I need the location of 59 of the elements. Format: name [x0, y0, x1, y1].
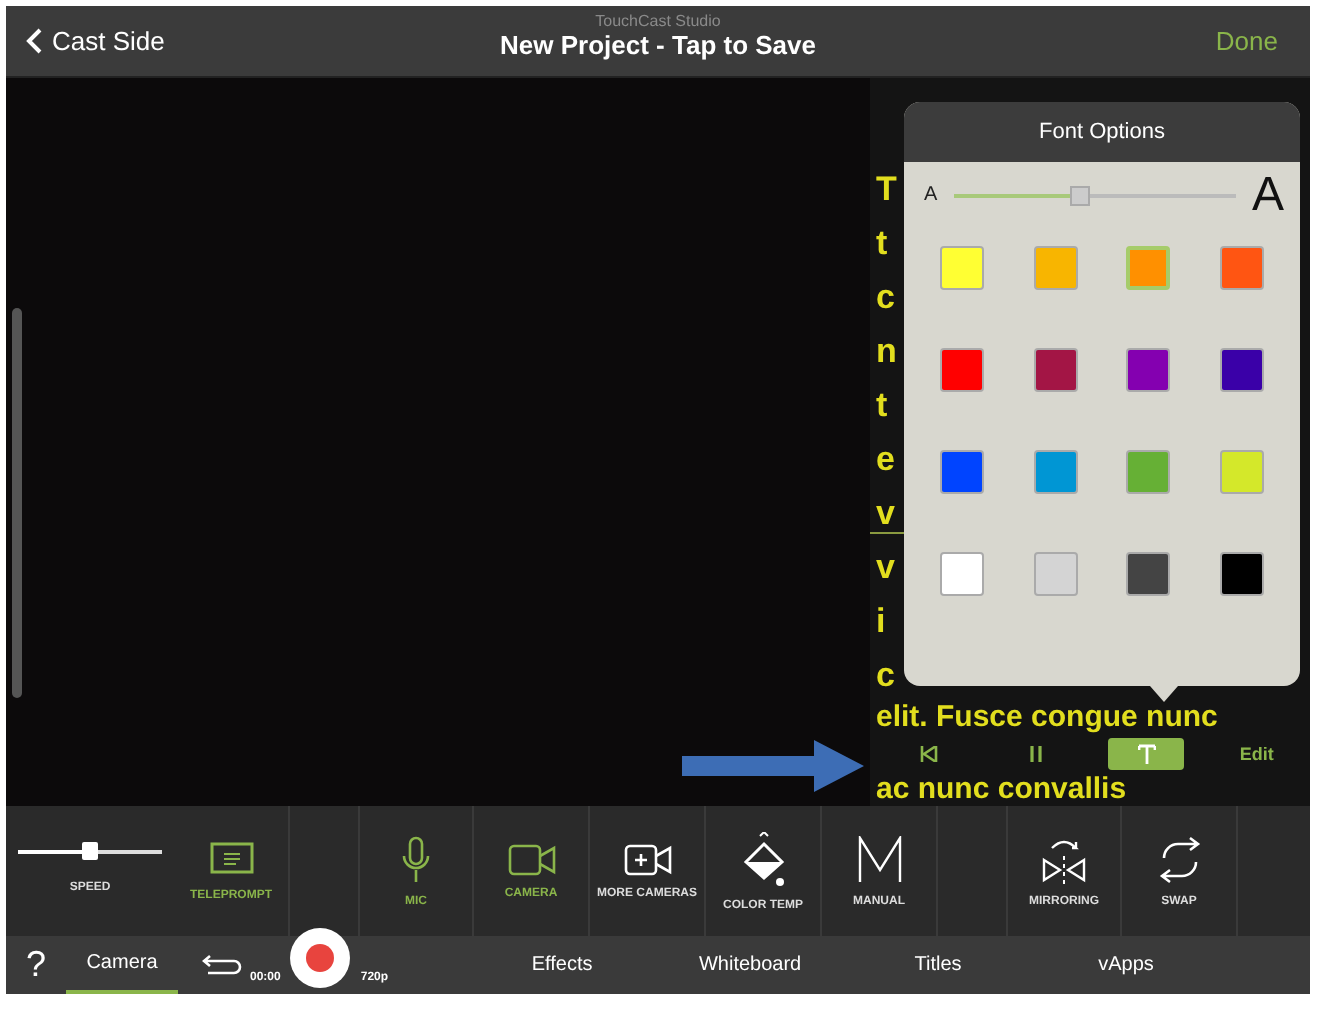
- teleprompter-text: i: [876, 599, 886, 644]
- chevron-icon: [26, 27, 42, 54]
- tab[interactable]: Effects: [468, 936, 657, 994]
- teleprompter-text: elit. Fusce congue nunc: [876, 701, 1218, 734]
- color-swatch[interactable]: [1126, 347, 1171, 392]
- paint-bucket-icon: [741, 831, 785, 888]
- color-swatch[interactable]: [940, 449, 985, 494]
- back-button[interactable]: Cast Side: [26, 25, 165, 56]
- microphone-icon: [402, 835, 430, 884]
- teleprompter-text: c: [876, 275, 895, 320]
- teleprompter-text: e: [876, 437, 895, 482]
- swap-arrows-icon: [1155, 835, 1203, 884]
- color-swatch[interactable]: [1219, 347, 1264, 392]
- teleprompter-text: v: [876, 545, 895, 590]
- teleprompter-text: v: [876, 491, 895, 536]
- undo-icon[interactable]: [202, 953, 242, 977]
- teleprompter-text: n: [876, 329, 897, 374]
- tab[interactable]: Camera: [66, 936, 178, 994]
- popover-title: Font Options: [904, 101, 1300, 162]
- rewind-icon: [920, 745, 939, 762]
- color-swatch[interactable]: [1126, 449, 1171, 494]
- help-button[interactable]: ?: [6, 944, 66, 986]
- color-swatch[interactable]: [940, 551, 985, 596]
- color-swatch[interactable]: [1033, 245, 1078, 290]
- side-handle[interactable]: [12, 307, 22, 698]
- pause-icon: [1029, 745, 1042, 762]
- teleprompter-text: t: [876, 221, 888, 266]
- color-swatch[interactable]: [1126, 551, 1171, 596]
- record-button[interactable]: [290, 927, 351, 987]
- arrow-icon: [682, 737, 866, 794]
- teleprompter-text: t: [876, 383, 888, 428]
- tab[interactable]: Whiteboard: [656, 936, 845, 994]
- teleprompter-text: T: [876, 167, 897, 212]
- teleprompter-text: ac nunc convallis: [876, 773, 1127, 806]
- color-swatch[interactable]: [1033, 551, 1078, 596]
- done-button[interactable]: Done: [1203, 23, 1290, 58]
- color-swatch[interactable]: [1126, 245, 1171, 290]
- color-swatch[interactable]: [1219, 449, 1264, 494]
- color-swatch[interactable]: [1033, 347, 1078, 392]
- video-camera-icon: [507, 843, 555, 876]
- mirror-icon: [1040, 835, 1088, 884]
- large-size-label: A: [1251, 167, 1284, 224]
- font-button[interactable]: [1108, 737, 1185, 770]
- tab[interactable]: Titles: [844, 936, 1033, 994]
- color-swatch[interactable]: [1219, 245, 1264, 290]
- text-t-icon: [1137, 743, 1156, 764]
- teleprompter-icon: [209, 841, 253, 878]
- color-swatch[interactable]: [1219, 551, 1264, 596]
- edit-button[interactable]: Edit: [1222, 737, 1291, 770]
- color-swatch[interactable]: [940, 245, 985, 290]
- project-title[interactable]: New Project - Tap to Save: [500, 30, 816, 60]
- app-name: TouchCast Studio: [595, 12, 721, 30]
- add-camera-icon: [623, 843, 671, 876]
- color-swatch[interactable]: [1033, 449, 1078, 494]
- teleprompter-text: c: [876, 653, 895, 698]
- tab[interactable]: vApps: [1032, 936, 1221, 994]
- manual-m-icon: [855, 835, 903, 884]
- color-swatch[interactable]: [940, 347, 985, 392]
- small-size-label: A: [924, 184, 938, 207]
